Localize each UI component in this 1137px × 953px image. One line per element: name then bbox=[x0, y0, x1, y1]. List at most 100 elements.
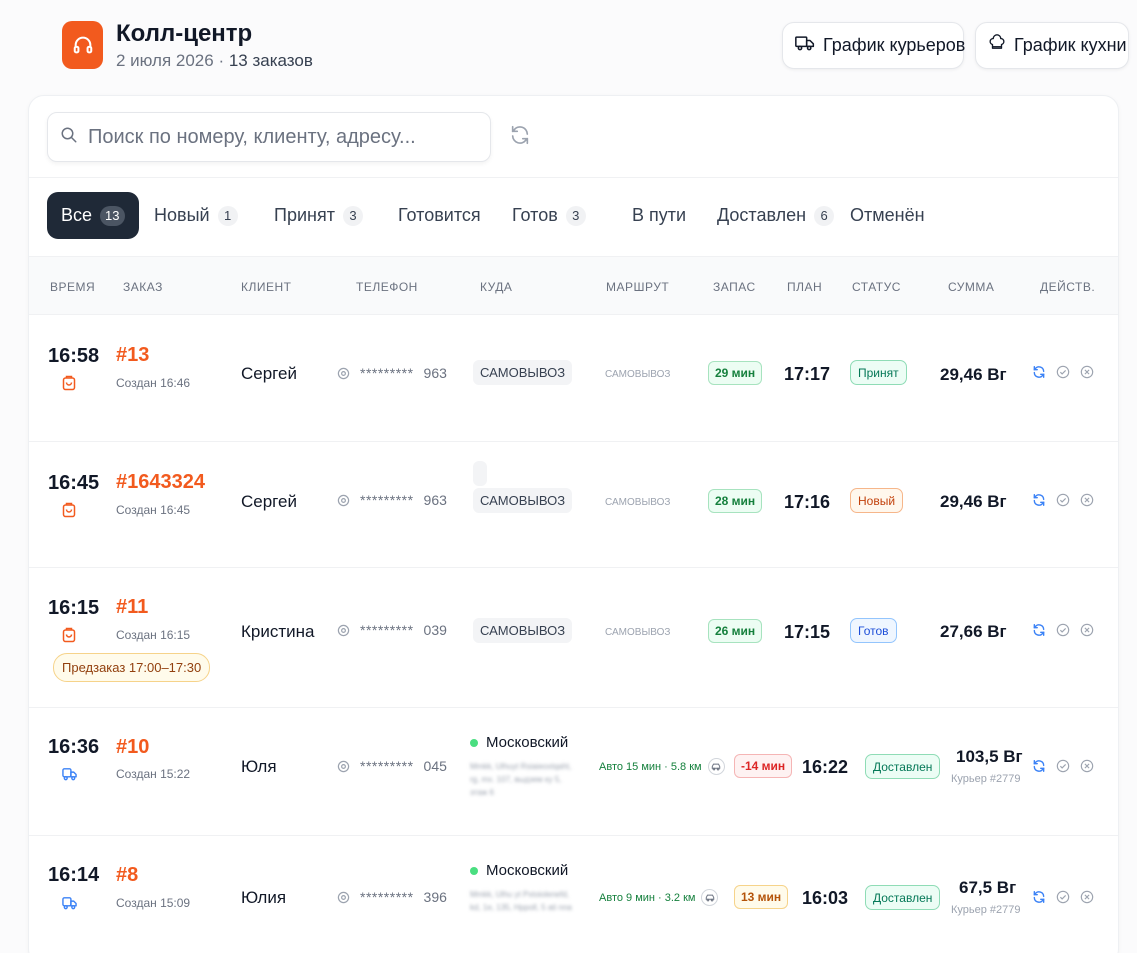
order-time: 16:58 bbox=[48, 345, 100, 367]
tab-cancelled[interactable]: Отменён bbox=[850, 192, 925, 239]
check-circle-icon[interactable] bbox=[1056, 759, 1070, 773]
client-phone[interactable]: ********* 045 bbox=[337, 758, 447, 774]
route-text: САМОВЫВОЗ bbox=[605, 369, 671, 380]
client-name: Сергей bbox=[241, 364, 297, 383]
table-row[interactable]: 16:15 #11 Создан 16:15 Предзаказ 17:00–1… bbox=[29, 568, 1118, 708]
order-number[interactable]: #11 bbox=[116, 596, 148, 619]
car-icon bbox=[707, 758, 725, 775]
page-subtitle: 2 июля 2026 · 13 заказов bbox=[116, 51, 313, 71]
phone-mask: ********* bbox=[360, 365, 414, 381]
client-phone[interactable]: ********* 396 bbox=[337, 889, 447, 905]
order-sum: 27,66 Вг bbox=[940, 622, 1007, 641]
order-number[interactable]: #1643324 bbox=[116, 471, 205, 494]
table-row[interactable]: 16:58 #13 Создан 16:46 Сергей ********* … bbox=[29, 315, 1118, 486]
phone-tail: 045 bbox=[423, 758, 447, 774]
eye-icon[interactable] bbox=[337, 494, 350, 507]
cancel-circle-icon[interactable] bbox=[1080, 365, 1094, 379]
tab-new[interactable]: Новый 1 bbox=[154, 192, 238, 239]
route-info: Авто 9 мин · 3.2 км bbox=[599, 889, 719, 906]
delivery-truck-icon bbox=[62, 767, 77, 786]
reserve-badge: 29 мин bbox=[708, 361, 763, 385]
client-phone[interactable]: ********* 963 bbox=[337, 365, 447, 381]
orders-card: Все 13 Новый 1 Принят 3 Готовится Готов … bbox=[28, 95, 1119, 953]
phone-mask: ********* bbox=[360, 622, 414, 638]
tab-all[interactable]: Все 13 bbox=[47, 192, 139, 239]
tab-in-transit[interactable]: В пути bbox=[632, 192, 686, 239]
status-badge[interactable]: Доставлен bbox=[865, 885, 941, 910]
refresh-button[interactable] bbox=[509, 124, 531, 151]
route-info: Авто 15 мин · 5.8 км bbox=[599, 758, 725, 775]
tab-count: 13 bbox=[100, 205, 125, 226]
search-box[interactable] bbox=[47, 112, 491, 162]
district-name: Московский bbox=[486, 734, 569, 751]
tab-label: Готов bbox=[512, 205, 558, 225]
reserve-badge: 28 мин bbox=[708, 489, 763, 513]
col-reserve: ЗАПАС bbox=[713, 280, 756, 294]
phone-tail: 039 bbox=[423, 622, 447, 638]
check-circle-icon[interactable] bbox=[1056, 623, 1070, 637]
tab-ready[interactable]: Готов 3 bbox=[512, 192, 586, 239]
table-row[interactable]: 16:45 #1643324 Создан 16:45 Сергей *****… bbox=[29, 442, 1118, 568]
client-name: Кристина bbox=[241, 622, 315, 641]
phone-mask: ********* bbox=[360, 758, 414, 774]
delivery-address: Mmkk, Ulhu yt Pxtoiolenefd, kd, 1e, 135,… bbox=[470, 890, 572, 912]
phone-mask: ********* bbox=[360, 889, 414, 905]
cancel-circle-icon[interactable] bbox=[1080, 759, 1094, 773]
plan-time: 17:17 bbox=[784, 364, 831, 384]
check-circle-icon[interactable] bbox=[1056, 890, 1070, 904]
truck-icon bbox=[795, 34, 815, 57]
tab-label: Все bbox=[61, 205, 93, 225]
cancel-circle-icon[interactable] bbox=[1080, 890, 1094, 904]
eye-icon[interactable] bbox=[337, 891, 350, 904]
client-name: Сергей bbox=[241, 492, 297, 511]
table-row[interactable]: 16:36 #10 Создан 15:22 Юля ********* 045… bbox=[29, 708, 1118, 836]
refresh-icon bbox=[511, 125, 529, 145]
tab-accepted[interactable]: Принят 3 bbox=[274, 192, 363, 239]
client-name: Юля bbox=[241, 757, 277, 776]
refresh-icon[interactable] bbox=[1032, 623, 1046, 637]
client-phone[interactable]: ********* 039 bbox=[337, 622, 447, 638]
plan-time: 17:15 bbox=[784, 622, 831, 642]
eye-icon[interactable] bbox=[337, 367, 350, 380]
check-circle-icon[interactable] bbox=[1056, 493, 1070, 507]
refresh-icon[interactable] bbox=[1032, 365, 1046, 379]
check-circle-icon[interactable] bbox=[1056, 365, 1070, 379]
delivery-truck-icon bbox=[62, 896, 77, 915]
table-row[interactable]: 16:14 #8 Создан 15:09 Юлия ********* 396… bbox=[29, 836, 1118, 953]
eye-icon[interactable] bbox=[337, 760, 350, 773]
client-phone[interactable]: ********* 963 bbox=[337, 492, 447, 508]
order-created: Создан 16:15 bbox=[116, 628, 191, 642]
status-badge[interactable]: Принят bbox=[850, 360, 907, 385]
col-sum: СУММА bbox=[948, 280, 995, 294]
order-created: Создан 15:09 bbox=[116, 896, 191, 910]
refresh-icon[interactable] bbox=[1032, 890, 1046, 904]
search-input[interactable] bbox=[88, 125, 468, 149]
couriers-schedule-button[interactable]: График курьеров bbox=[782, 22, 965, 69]
refresh-icon[interactable] bbox=[1032, 759, 1046, 773]
cancel-circle-icon[interactable] bbox=[1080, 623, 1094, 637]
col-order: ЗАКАЗ bbox=[123, 280, 163, 294]
destination-pickup-badge: САМОВЫВОЗ bbox=[473, 360, 573, 385]
status-badge[interactable]: Новый bbox=[850, 488, 904, 513]
order-number[interactable]: #13 bbox=[116, 344, 149, 367]
reserve-badge: -14 мин bbox=[734, 754, 793, 778]
tab-delivered[interactable]: Доставлен 6 bbox=[717, 192, 835, 239]
order-number[interactable]: #8 bbox=[116, 864, 138, 887]
refresh-icon[interactable] bbox=[1032, 493, 1046, 507]
subtitle-separator: · bbox=[213, 51, 229, 70]
tab-label: Готовится bbox=[398, 205, 481, 225]
current-date: 2 июля 2026 bbox=[116, 51, 214, 70]
order-created: Создан 16:46 bbox=[116, 376, 191, 390]
status-badge[interactable]: Доставлен bbox=[865, 754, 941, 779]
order-time: 16:14 bbox=[48, 864, 100, 886]
kitchen-schedule-button[interactable]: График кухни bbox=[975, 22, 1129, 69]
status-badge[interactable]: Готов bbox=[850, 618, 897, 643]
delivery-district: Московский bbox=[470, 734, 568, 751]
tab-cooking[interactable]: Готовится bbox=[398, 192, 481, 239]
eye-icon[interactable] bbox=[337, 624, 350, 637]
order-number[interactable]: #10 bbox=[116, 736, 149, 759]
cancel-circle-icon[interactable] bbox=[1080, 493, 1094, 507]
table-header: ВРЕМЯ ЗАКАЗ КЛИЕНТ ТЕЛЕФОН КУДА МАРШРУТ … bbox=[29, 256, 1118, 315]
row-actions bbox=[1032, 890, 1094, 904]
col-time: ВРЕМЯ bbox=[50, 280, 96, 294]
